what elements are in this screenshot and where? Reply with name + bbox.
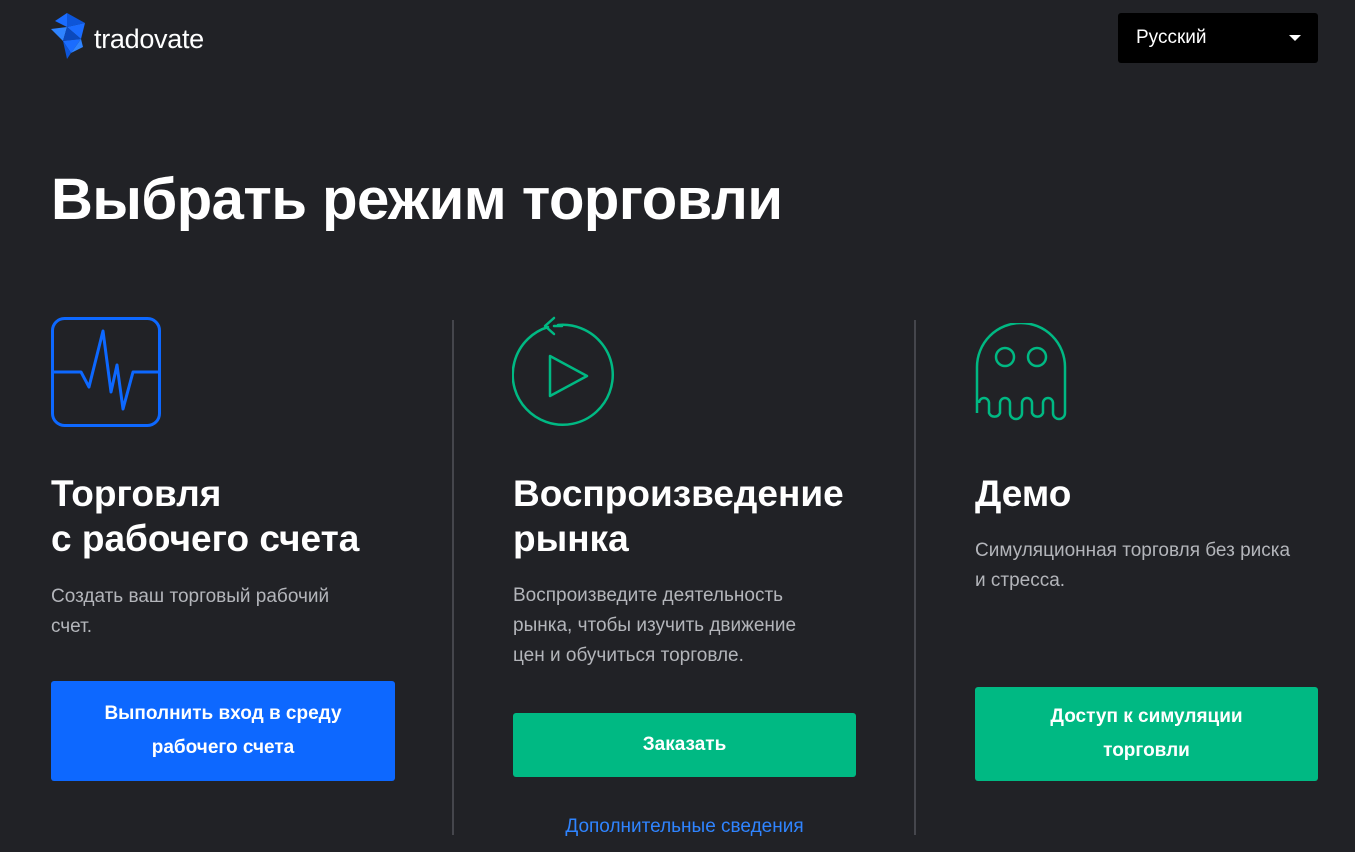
more-info-link[interactable]: Дополнительные сведения — [513, 816, 856, 838]
ghost-icon — [975, 323, 1067, 421]
column-divider — [452, 320, 454, 835]
order-button[interactable]: Заказать — [513, 713, 856, 777]
tradovate-logo[interactable]: tradovate — [51, 13, 204, 61]
replay-play-icon — [512, 316, 614, 426]
live-trading-description-line: Создать ваш торговый рабочий — [51, 586, 330, 607]
market-replay-title-line: рынка — [513, 518, 629, 559]
live-trading-title: Торговля с рабочего счета — [51, 471, 359, 561]
logo-text: tradovate — [94, 23, 204, 54]
button-label-line: торговли — [1103, 740, 1190, 761]
button-label-line: рабочего счета — [151, 737, 295, 758]
demo-description: Симуляционная торговля без риска и стрес… — [975, 536, 1335, 596]
market-replay-title: Воспроизведение рынка — [513, 471, 844, 561]
live-trading-description-line: счет. — [51, 616, 92, 637]
page: tradovate Русский Выбрать режим торговли… — [0, 0, 1355, 852]
tradovate-logo-icon — [51, 13, 85, 59]
live-trading-title-line: Торговля — [51, 473, 222, 514]
live-login-button-label: Выполнить вход в среду рабочего счета — [104, 697, 341, 765]
page-title: Выбрать режим торговли — [51, 167, 783, 232]
column-divider — [914, 320, 916, 835]
market-replay-title-line: Воспроизведение — [513, 473, 844, 514]
simulation-access-button[interactable]: Доступ к симуляции торговли — [975, 687, 1318, 781]
live-login-button[interactable]: Выполнить вход в среду рабочего счета — [51, 681, 395, 781]
demo-description-line: и стресса. — [975, 570, 1066, 591]
language-select[interactable]: Русский — [1118, 13, 1318, 63]
simulation-access-button-label: Доступ к симуляции торговли — [1050, 700, 1242, 768]
live-trading-description: Создать ваш торговый рабочий счет. — [51, 582, 381, 642]
demo-title: Демо — [975, 473, 1072, 514]
language-selected-value: Русский — [1136, 27, 1207, 48]
caret-down-icon — [1289, 35, 1301, 41]
button-label-line: Доступ к симуляции — [1050, 706, 1243, 727]
demo-description-line: Симуляционная торговля без риска — [975, 540, 1291, 561]
market-replay-description-line: рынка, чтобы изучить движение — [513, 615, 797, 636]
market-replay-description-line: Воспроизведите деятельность — [513, 585, 784, 606]
market-replay-description-line: цен и обучиться торговле. — [513, 645, 744, 666]
heartbeat-monitor-icon — [51, 317, 161, 427]
button-label-line: Выполнить вход в среду — [104, 703, 342, 724]
market-replay-description: Воспроизведите деятельность рынка, чтобы… — [513, 581, 853, 671]
live-trading-title-line: с рабочего счета — [51, 518, 360, 559]
